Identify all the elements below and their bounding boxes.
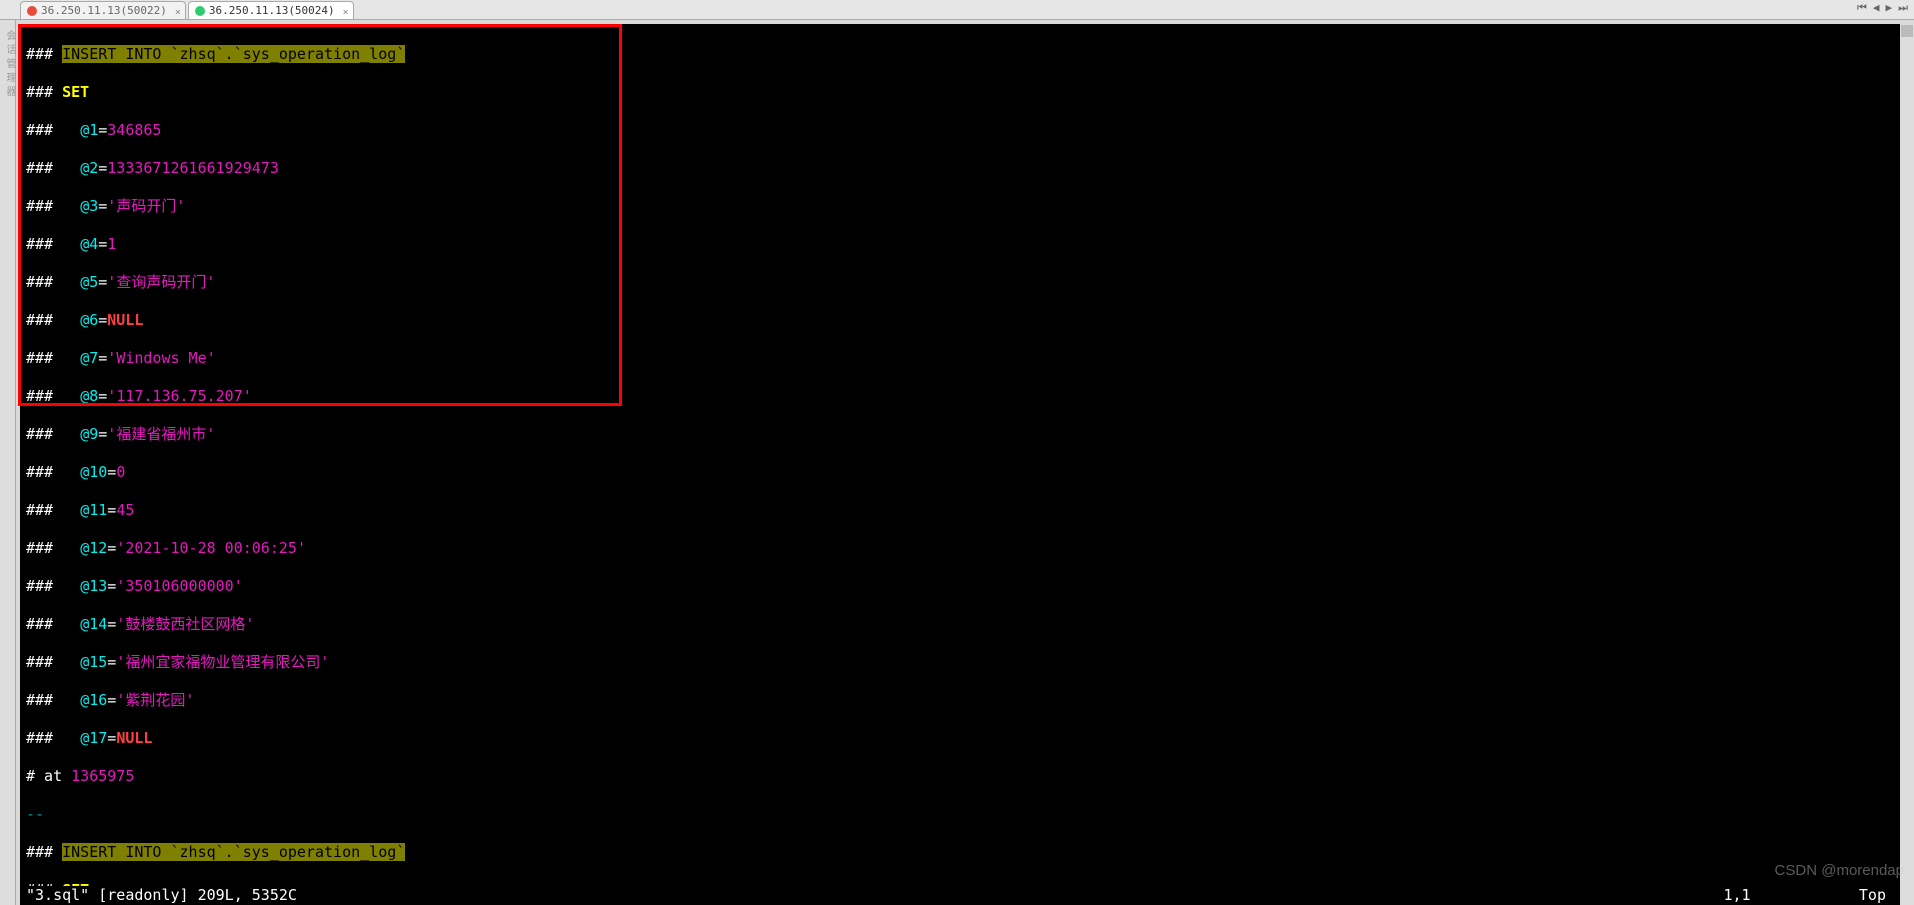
status-dot-icon (27, 6, 37, 16)
session-sidebar[interactable]: 会话管理器 (0, 20, 16, 905)
tab-prev-icon[interactable]: ◀ (1873, 1, 1880, 15)
sql-set: SET (62, 83, 89, 101)
sidebar-label: 会话管理器 (2, 30, 17, 100)
file-status: "3.sql" [readonly] 209L, 5352C (26, 886, 297, 905)
status-dot-icon (195, 6, 205, 16)
tab-label: 36.250.11.13(50024) (209, 2, 335, 19)
tab-first-icon[interactable]: ⏮ (1857, 1, 1867, 15)
close-icon[interactable]: × (175, 4, 181, 21)
sql-insert: INSERT INTO `zhsq`.`sys_operation_log` (62, 45, 405, 63)
comment-prefix: ### (26, 45, 62, 63)
param-value: 346865 (107, 121, 161, 139)
vim-status-line: "3.sql" [readonly] 209L, 5352C 1,1 Top (20, 886, 1906, 905)
param-key: @1 (80, 121, 98, 139)
scrollbar-thumb[interactable] (1901, 25, 1913, 37)
separator: -- (26, 805, 44, 823)
tab-session-1[interactable]: 36.250.11.13(50022) × (20, 1, 186, 19)
null-value: NULL (116, 729, 152, 747)
scroll-position: Top (1859, 886, 1886, 904)
terminal[interactable]: ### INSERT INTO `zhsq`.`sys_operation_lo… (20, 24, 1906, 905)
watermark: CSDN @morendap (1775, 862, 1904, 879)
tab-session-2[interactable]: 36.250.11.13(50024) × (188, 1, 354, 19)
close-icon[interactable]: × (343, 4, 349, 21)
tab-last-icon[interactable]: ⏭ (1898, 1, 1908, 15)
null-value: NULL (107, 311, 143, 329)
tab-next-icon[interactable]: ▶ (1885, 1, 1892, 15)
cursor-position: 1,1 (1723, 886, 1750, 904)
binlog-position: # at (26, 767, 71, 785)
tab-label: 36.250.11.13(50022) (41, 2, 167, 19)
sql-insert: INSERT INTO `zhsq`.`sys_operation_log` (62, 843, 405, 861)
tab-nav: ⏮ ◀ ▶ ⏭ (1857, 1, 1908, 15)
vertical-scrollbar[interactable] (1900, 24, 1914, 905)
tab-bar: 36.250.11.13(50022) × 36.250.11.13(50024… (0, 0, 1914, 20)
comment-prefix: ### (26, 83, 62, 101)
